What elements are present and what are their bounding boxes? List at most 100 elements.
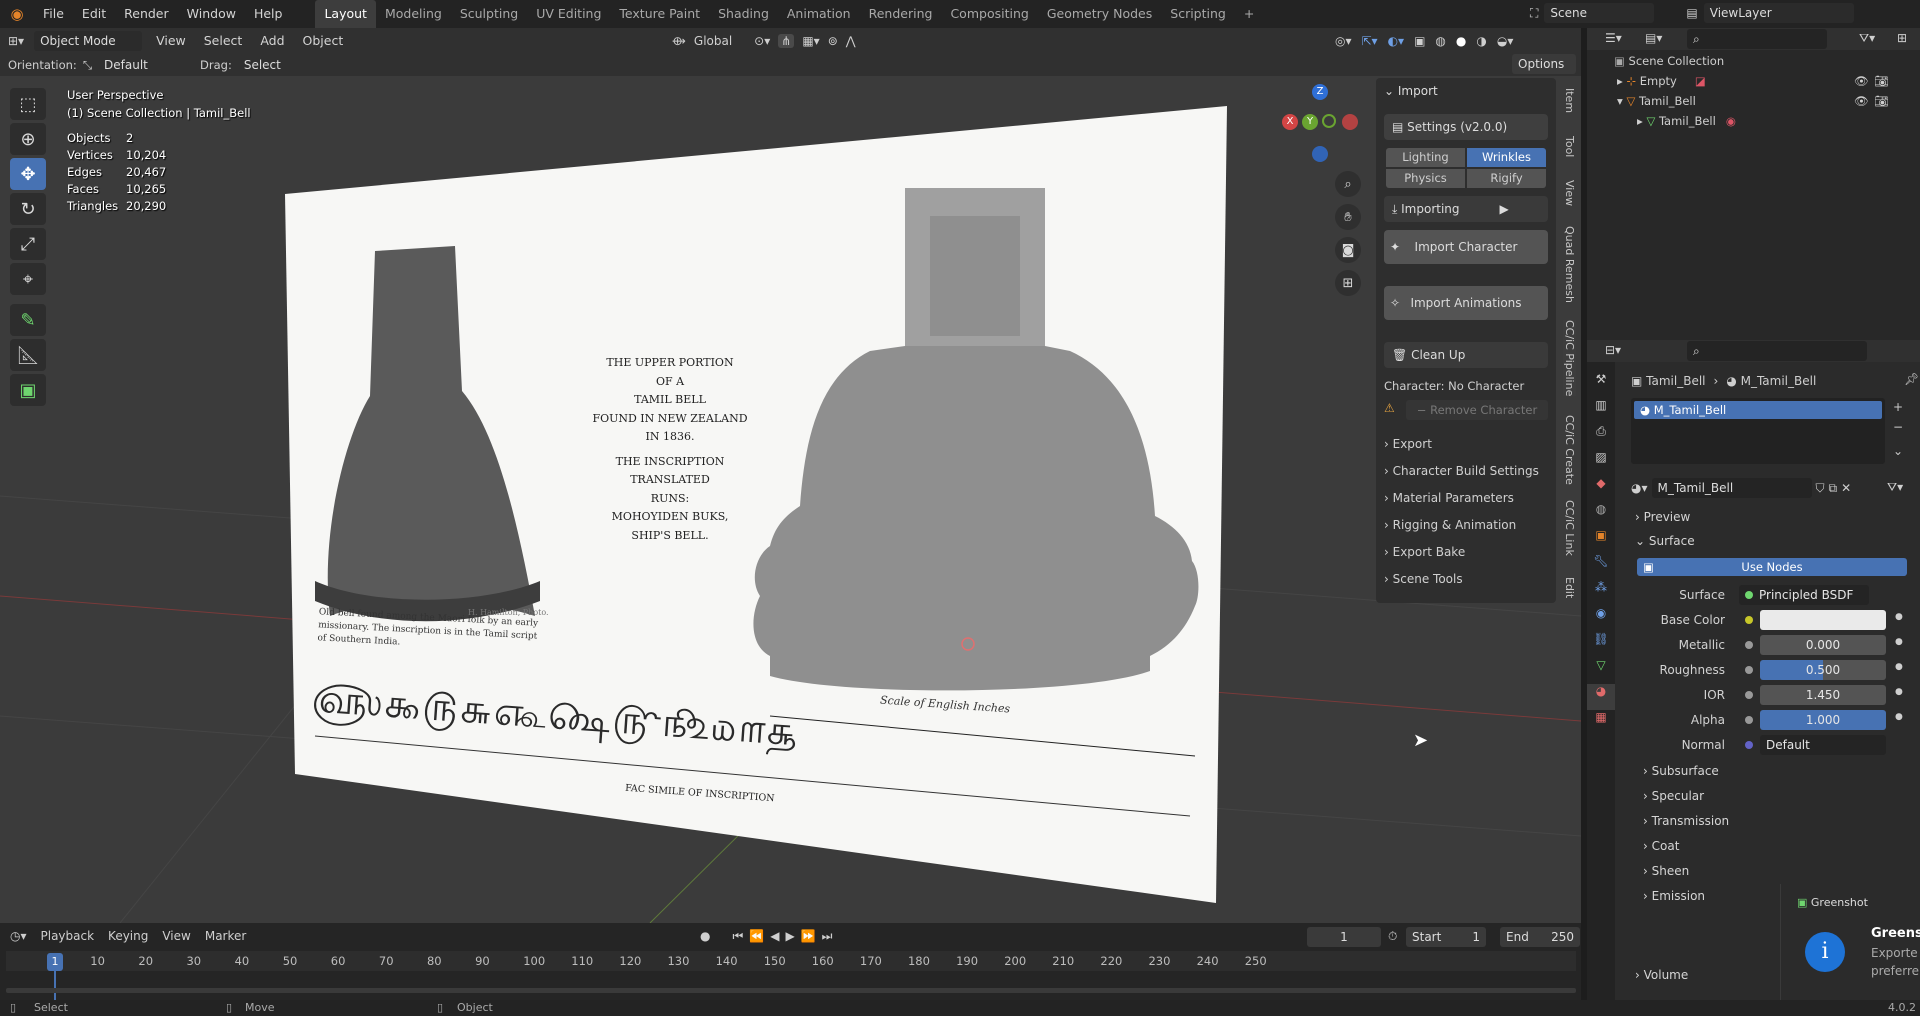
- scene-icon[interactable]: ⛶: [1530, 6, 1538, 21]
- playhead[interactable]: 1: [47, 953, 63, 971]
- snap-target-icon[interactable]: ▦▾: [802, 34, 819, 48]
- scene-field[interactable]: Scene: [1544, 3, 1655, 23]
- orientation-dropdown[interactable]: Default: [98, 55, 189, 75]
- material-shading-icon[interactable]: ◑: [1476, 34, 1486, 48]
- cursor-tool-icon[interactable]: ⊕: [10, 123, 46, 155]
- end-frame-field[interactable]: End 250: [1500, 927, 1580, 947]
- clean-up-button[interactable]: 🗑︎ Clean Up: [1384, 342, 1548, 368]
- properties-search-input[interactable]: ⌕: [1687, 341, 1867, 361]
- properties-editor-icon[interactable]: ⊟▾: [1605, 343, 1621, 357]
- scene-props-icon[interactable]: ◆: [1587, 476, 1615, 502]
- constraint-props-icon[interactable]: ⛓︎: [1587, 632, 1615, 658]
- mode-dropdown[interactable]: Object Mode: [34, 31, 143, 51]
- timeline-menu-playback[interactable]: Playback: [41, 929, 95, 943]
- texture-props-icon[interactable]: ▦: [1587, 710, 1615, 736]
- tab-sculpting[interactable]: Sculpting: [451, 0, 527, 28]
- display-mode-icon[interactable]: ▤▾: [1645, 31, 1662, 45]
- coat-section[interactable]: › Coat: [1643, 839, 1679, 853]
- gizmo-x[interactable]: X: [1282, 114, 1298, 130]
- transform-dropdown[interactable]: Global: [694, 34, 732, 48]
- stopwatch-icon[interactable]: ⏱: [1388, 929, 1397, 944]
- current-frame-field[interactable]: 1: [1307, 927, 1381, 947]
- material-props-icon[interactable]: ◕: [1587, 684, 1615, 710]
- move-tool-icon[interactable]: ✥: [10, 158, 46, 190]
- tab-modeling[interactable]: Modeling: [376, 0, 451, 28]
- view-layer-props-icon[interactable]: ▨: [1587, 450, 1615, 476]
- select-box-tool-icon[interactable]: ⬚: [10, 88, 46, 120]
- scale-tool-icon[interactable]: ⤢: [10, 228, 46, 260]
- prev-key-icon[interactable]: ⏪: [749, 929, 764, 944]
- specular-section[interactable]: › Specular: [1643, 789, 1704, 803]
- tab-scripting[interactable]: Scripting: [1161, 0, 1235, 28]
- gizmo-neg-x[interactable]: [1342, 114, 1358, 130]
- editor-type-icon[interactable]: ⊞▾: [8, 34, 24, 48]
- blender-logo-icon[interactable]: ◉: [0, 5, 34, 23]
- render-props-icon[interactable]: ▥: [1587, 398, 1615, 424]
- import-section-header[interactable]: ⌄ Import: [1384, 84, 1438, 98]
- menu-window[interactable]: Window: [178, 0, 245, 28]
- ior-field[interactable]: 1.450: [1760, 685, 1886, 705]
- navigation-gizmo[interactable]: Z X Y: [1278, 84, 1358, 164]
- alpha-field[interactable]: 1.000: [1760, 710, 1886, 730]
- visibility-icon[interactable]: ◎▾: [1335, 34, 1352, 48]
- fake-user-icon[interactable]: ⛉: [1816, 481, 1825, 496]
- world-props-icon[interactable]: ◍: [1587, 502, 1615, 528]
- menu-edit[interactable]: Edit: [73, 0, 115, 28]
- tab-layout[interactable]: Layout: [315, 0, 376, 28]
- side-tab-cc-link[interactable]: CC/iC Link: [1563, 500, 1576, 556]
- tab-lighting[interactable]: Lighting: [1386, 148, 1465, 167]
- overlay-icon[interactable]: ◐▾: [1388, 34, 1405, 48]
- greenshot-notification[interactable]: ▣ Greenshot i Greens Exporte preferre: [1780, 884, 1920, 1000]
- material-browse-icon[interactable]: ◕▾: [1631, 481, 1648, 495]
- keyframe-dot-icon[interactable]: ●: [1895, 687, 1903, 697]
- rendered-shading-icon[interactable]: ◒▾: [1497, 34, 1514, 48]
- outliner-search-input[interactable]: ⌕: [1687, 29, 1827, 49]
- proportional-edit-icon[interactable]: ⊚: [828, 34, 838, 48]
- snap-icon[interactable]: ⋔: [778, 34, 795, 48]
- viewport-menu-object[interactable]: Object: [299, 30, 348, 52]
- tab-physics[interactable]: Physics: [1386, 169, 1465, 188]
- outliner-item-empty[interactable]: ▸ ⊹ Empty ◪ 👁︎ 📷︎: [1617, 74, 1917, 88]
- side-tab-tool[interactable]: Tool: [1563, 136, 1576, 157]
- keyframe-dot-icon[interactable]: ●: [1895, 612, 1903, 622]
- timeline-menu-view[interactable]: View: [162, 929, 190, 943]
- preview-section[interactable]: › Preview: [1635, 510, 1690, 524]
- add-slot-icon[interactable]: +: [1893, 400, 1903, 414]
- importing-row[interactable]: ⤓ Importing ▶: [1384, 196, 1548, 222]
- timeline-scrollbar[interactable]: [6, 988, 1576, 993]
- eye-icon[interactable]: 👁︎: [1854, 74, 1869, 88]
- xray-icon[interactable]: ▣: [1414, 34, 1425, 48]
- viewport-menu-select[interactable]: Select: [200, 30, 247, 52]
- camera-render-icon[interactable]: 📷︎: [1874, 94, 1889, 108]
- physics-props-icon[interactable]: ◉: [1587, 606, 1615, 632]
- gizmo-z[interactable]: Z: [1312, 84, 1328, 100]
- normal-field[interactable]: Default: [1760, 735, 1886, 755]
- tab-rigify[interactable]: Rigify: [1467, 169, 1546, 188]
- timeline-menu-keying[interactable]: Keying: [108, 929, 148, 943]
- side-tab-cc-create[interactable]: CC/iC Create: [1563, 415, 1576, 485]
- side-tab-edit[interactable]: Edit: [1563, 577, 1576, 598]
- viewport-menu-view[interactable]: View: [152, 30, 190, 52]
- section-export-bake[interactable]: › Export Bake: [1384, 545, 1465, 559]
- start-frame-field[interactable]: Start 1: [1406, 927, 1486, 947]
- keyframe-dot-icon[interactable]: ●: [1895, 637, 1903, 647]
- surface-shader-field[interactable]: Principled BSDF: [1739, 585, 1869, 605]
- falloff-icon[interactable]: ⋀: [846, 34, 856, 48]
- section-material-params[interactable]: › Material Parameters: [1384, 491, 1514, 505]
- outliner-editor-icon[interactable]: ☰▾: [1605, 31, 1622, 45]
- gizmo-icon[interactable]: ⇱▾: [1362, 34, 1378, 48]
- section-character-build[interactable]: › Character Build Settings: [1384, 464, 1539, 478]
- sheen-section[interactable]: › Sheen: [1643, 864, 1689, 878]
- add-cube-tool-icon[interactable]: ▣: [10, 374, 46, 406]
- pan-hand-icon[interactable]: ✋︎: [1335, 204, 1361, 230]
- tab-wrinkles[interactable]: Wrinkles: [1467, 148, 1546, 167]
- output-props-icon[interactable]: ⎙: [1587, 424, 1615, 450]
- outliner-item-tamil-bell[interactable]: ▾ ▽ Tamil_Bell 👁︎ 📷︎: [1617, 94, 1917, 108]
- import-character-button[interactable]: ✦ Import Character: [1384, 230, 1548, 264]
- play-icon[interactable]: ▶: [785, 929, 794, 944]
- metallic-field[interactable]: 0.000: [1760, 635, 1886, 655]
- section-rigging[interactable]: › Rigging & Animation: [1384, 518, 1516, 532]
- surface-section[interactable]: ⌄ Surface: [1635, 534, 1695, 548]
- grid-view-icon[interactable]: ⊞: [1335, 270, 1361, 296]
- gizmo-neg-z[interactable]: [1312, 146, 1328, 162]
